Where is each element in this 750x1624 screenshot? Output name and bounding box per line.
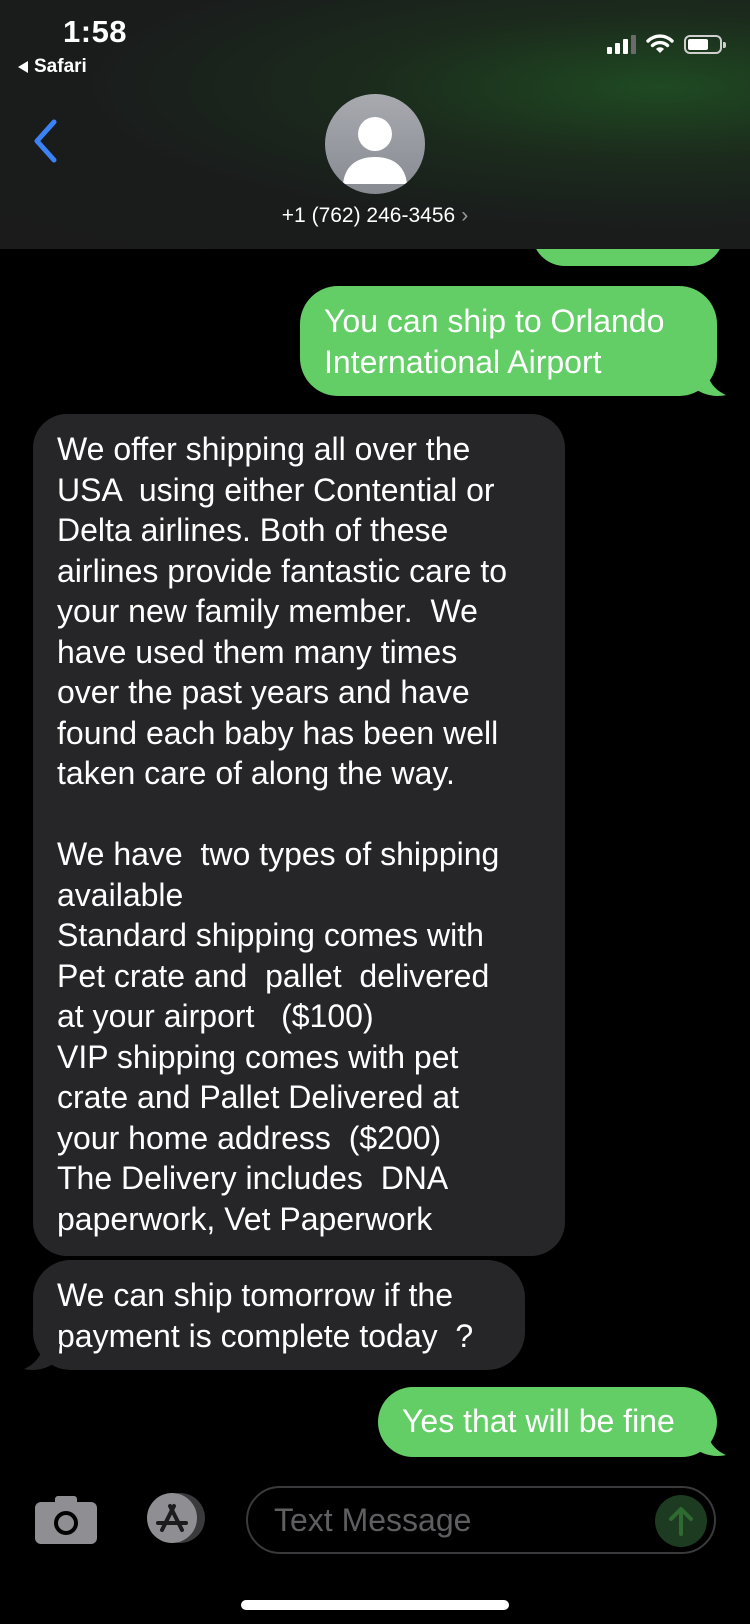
battery-icon	[684, 34, 726, 54]
camera-icon[interactable]	[35, 1495, 99, 1545]
sent-bubble-tail	[690, 1430, 726, 1456]
status-icons	[607, 33, 726, 55]
back-to-app-link[interactable]: Safari	[18, 56, 87, 78]
wifi-icon	[646, 34, 674, 53]
conversation-header: 1:58 Safari +1 (762) 246-3456 ›	[0, 0, 750, 249]
text-message-input[interactable]	[246, 1486, 716, 1554]
contact-name: +1 (762) 246-3456	[281, 204, 456, 227]
send-button[interactable]	[655, 1495, 707, 1547]
sent-bubble-tail	[690, 370, 726, 396]
home-indicator[interactable]	[241, 1600, 509, 1610]
message-bubble-sent[interactable]: You can ship to Orlando International Ai…	[300, 286, 717, 396]
contact-name-button[interactable]: +1 (762) 246-3456 ›	[0, 204, 750, 228]
back-triangle-icon	[18, 61, 28, 73]
back-app-label: Safari	[34, 56, 87, 77]
cellular-signal-icon	[607, 34, 636, 54]
person-icon	[343, 117, 407, 184]
app-store-icon[interactable]	[140, 1492, 212, 1544]
status-time: 1:58	[63, 14, 128, 49]
chevron-right-icon: ›	[461, 204, 469, 227]
contact-avatar[interactable]	[325, 94, 425, 194]
received-bubble-tail	[24, 1344, 60, 1370]
message-bubble-sent[interactable]: Yes that will be fine	[378, 1387, 717, 1457]
chevron-left-icon[interactable]	[30, 118, 60, 164]
message-bubble-received[interactable]: We can ship tomorrow if the payment is c…	[33, 1260, 525, 1370]
message-bubble-received[interactable]: We offer shipping all over the USA using…	[33, 414, 565, 1256]
arrow-up-icon	[669, 1507, 693, 1536]
